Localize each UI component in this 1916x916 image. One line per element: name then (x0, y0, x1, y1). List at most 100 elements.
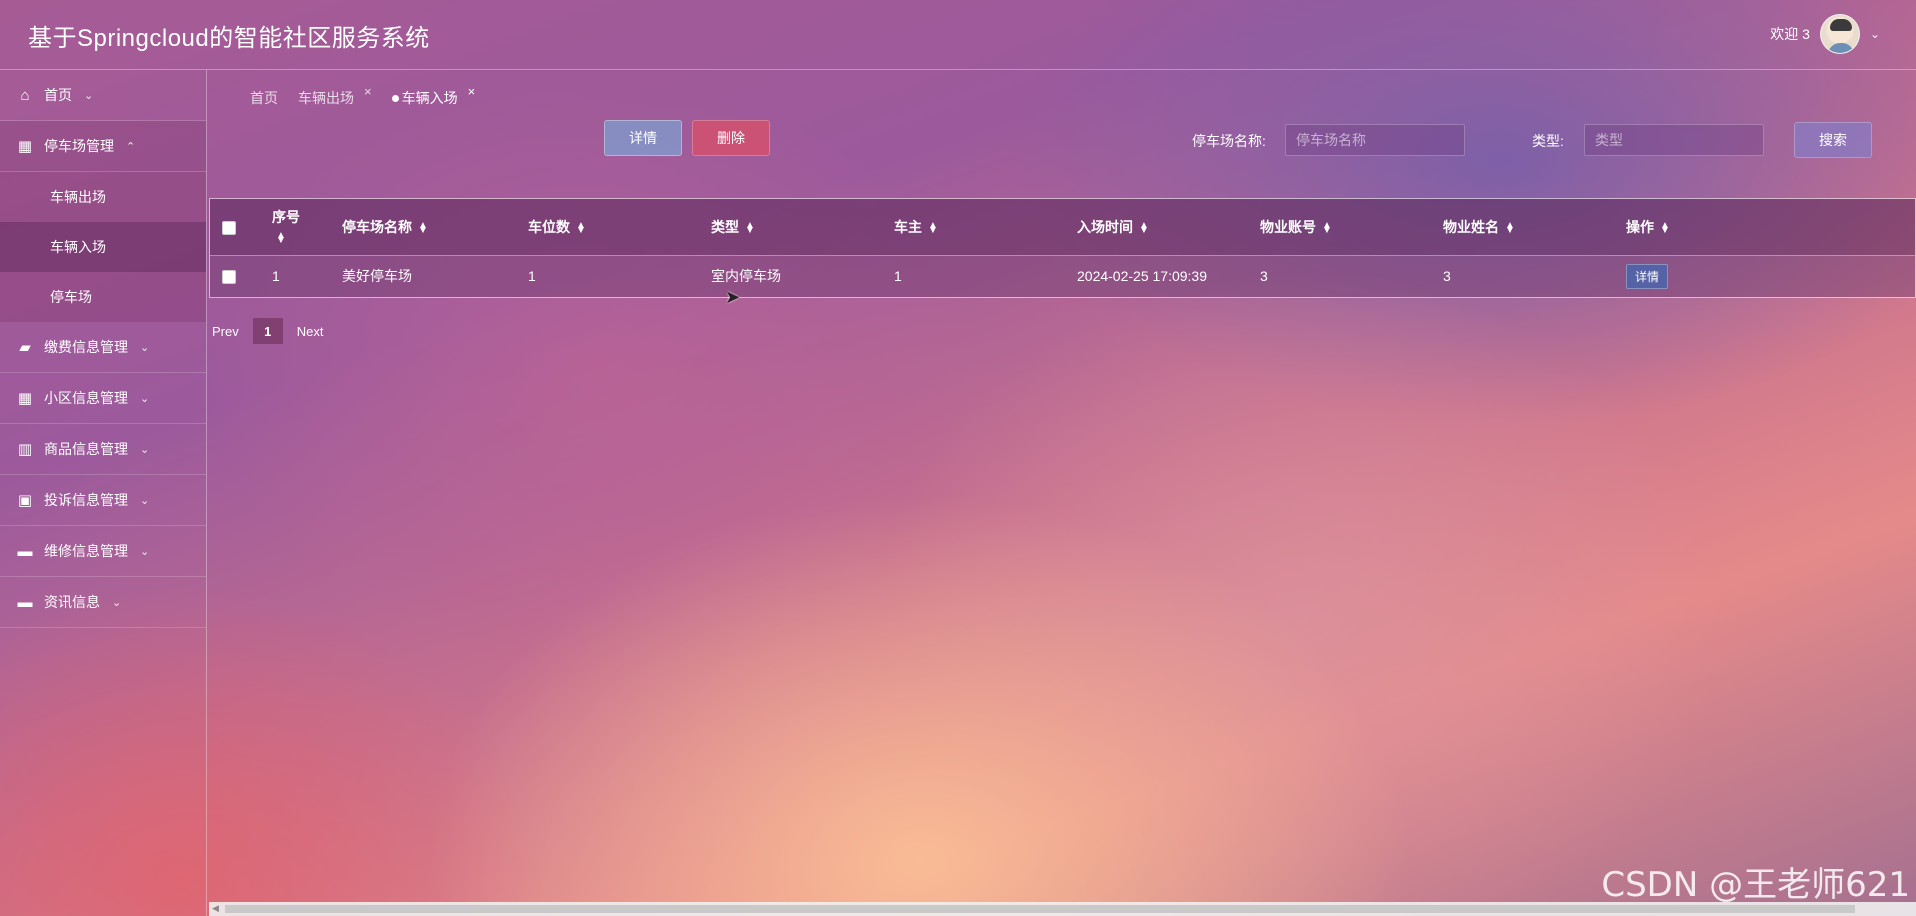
tab-label: 首页 (250, 90, 278, 106)
table-cell: 1 (894, 268, 902, 285)
row-select-cell (210, 255, 260, 297)
user-menu[interactable]: 欢迎 3 ⌄ (1770, 14, 1880, 54)
data-table: 序号 ▲ ▼ 停车场名称 ▲ ▼ 车位数 ▲ ▼ 类型 ▲ ▼ 车主 ▲ ▼ 入场时间 ▲ ▼ 物业账… (209, 198, 1916, 298)
close-icon[interactable]: × (468, 84, 476, 99)
tab-bar: 首页 车辆出场 × 车辆入场 × (250, 84, 475, 108)
tab-home[interactable]: 首页 (250, 88, 278, 108)
scrollbar-thumb[interactable] (225, 905, 1855, 913)
type-label: 类型: (1532, 133, 1564, 149)
panel-icon: ▬ (17, 593, 33, 611)
sort-icon[interactable]: ▲ ▼ (1505, 221, 1515, 236)
panel-icon: ▬ (17, 542, 33, 560)
home-icon: ⌂ (20, 86, 30, 104)
detail-button[interactable]: 详情 (604, 120, 682, 156)
select-all-checkbox[interactable] (222, 220, 236, 235)
type-input[interactable] (1584, 124, 1764, 156)
sidebar-subitem-parking-lot[interactable]: 停车场 (0, 272, 206, 322)
chevron-down-icon: ⌄ (140, 494, 150, 507)
column-header[interactable]: 类型 ▲ ▼ (699, 199, 882, 255)
close-icon[interactable]: × (364, 84, 372, 99)
page-number[interactable]: 1 (252, 318, 283, 344)
watermark: CSDN @王老师621 (1601, 865, 1910, 905)
sidebar-item-payment[interactable]: ▰ 缴费信息管理 ⌄ (0, 322, 206, 373)
sidebar-item-label: 缴费信息管理 (44, 339, 128, 355)
sidebar-item-repair[interactable]: ▬ 维修信息管理 ⌄ (0, 526, 206, 577)
table-cell: 3 (1443, 268, 1451, 285)
prev-page-link[interactable]: Prev (212, 324, 239, 339)
sidebar-item-label: 商品信息管理 (44, 441, 128, 457)
columns-icon: ▥ (17, 441, 33, 458)
chevron-down-icon: ⌄ (140, 341, 150, 354)
column-header[interactable]: 车位数 ▲ ▼ (516, 199, 699, 255)
dashboard-icon: ▦ (17, 138, 33, 155)
column-header[interactable]: 车主 ▲ ▼ (882, 199, 1065, 255)
scroll-left-icon[interactable]: ◀ (212, 903, 219, 914)
sidebar-subitem-label: 车辆出场 (50, 189, 106, 205)
column-header[interactable]: 物业账号 ▲ ▼ (1248, 199, 1431, 255)
chevron-down-icon: ⌄ (112, 596, 122, 609)
welcome-text: 欢迎 3 (1770, 26, 1810, 42)
table-cell: 1 (528, 268, 536, 285)
next-page-link[interactable]: Next (297, 324, 324, 339)
tab-vehicle-exit[interactable]: 车辆出场 × (298, 84, 372, 108)
sidebar-subitem-label: 停车场 (50, 289, 92, 305)
chevron-down-icon: ⌄ (140, 392, 150, 405)
chevron-down-icon: ⌄ (140, 545, 150, 558)
image-icon: ▣ (17, 492, 33, 509)
chevron-down-icon[interactable]: ⌄ (1870, 27, 1880, 41)
table-header-row: 序号 ▲ ▼ 停车场名称 ▲ ▼ 车位数 ▲ ▼ 类型 ▲ ▼ 车主 ▲ ▼ 入场时间 ▲ ▼ 物业账… (210, 199, 1915, 255)
folder-icon: ▰ (19, 339, 31, 356)
column-header[interactable]: 序号 ▲ ▼ (260, 199, 330, 255)
sidebar-item-label: 投诉信息管理 (44, 492, 128, 508)
app-header: 基于Springcloud的智能社区服务系统 欢迎 3 ⌄ (0, 0, 1916, 70)
sidebar-item-community[interactable]: ▦ 小区信息管理 ⌄ (0, 373, 206, 424)
sort-icon[interactable]: ▲ ▼ (576, 221, 586, 236)
sort-icon[interactable]: ▲ ▼ (276, 231, 286, 246)
chevron-up-icon: ⌃ (126, 140, 136, 153)
sidebar-item-news[interactable]: ▬ 资讯信息 ⌄ (0, 577, 206, 628)
sort-icon[interactable]: ▲ ▼ (1139, 221, 1149, 236)
sidebar-item-goods[interactable]: ▥ 商品信息管理 ⌄ (0, 424, 206, 475)
sort-icon[interactable]: ▲ ▼ (745, 221, 755, 236)
tab-label: 车辆入场 (401, 90, 458, 106)
column-header[interactable]: 停车场名称 ▲ ▼ (330, 199, 516, 255)
delete-button[interactable]: 删除 (692, 120, 770, 156)
row-detail-button[interactable]: 详情 (1626, 263, 1669, 289)
sort-icon[interactable]: ▲ ▼ (1322, 221, 1332, 236)
sort-icon[interactable]: ▲ ▼ (1660, 221, 1670, 236)
chevron-down-icon: ⌄ (140, 443, 150, 456)
sidebar-item-complaint[interactable]: ▣ 投诉信息管理 ⌄ (0, 475, 206, 526)
table-cell: 1 (272, 268, 280, 285)
tab-vehicle-entry[interactable]: 车辆入场 × (391, 84, 475, 108)
parking-name-input[interactable] (1285, 124, 1465, 156)
search-button[interactable]: 搜索 (1794, 122, 1872, 158)
sidebar-item-label: 小区信息管理 (44, 390, 128, 406)
sidebar-item-parking[interactable]: ▦ 停车场管理 ⌃ (0, 121, 206, 172)
row-checkbox[interactable] (222, 270, 236, 285)
column-header[interactable]: 入场时间 ▲ ▼ (1065, 199, 1248, 255)
sidebar: ⌂ 首页 ⌄ ▦ 停车场管理 ⌃ 车辆出场 车辆入场 停车场 ▰ 缴费信息管理 … (0, 70, 207, 916)
sort-icon[interactable]: ▲ ▼ (418, 221, 428, 236)
sidebar-item-home[interactable]: ⌂ 首页 ⌄ (0, 70, 206, 121)
sort-icon[interactable]: ▲ ▼ (928, 221, 938, 236)
app-title: 基于Springcloud的智能社区服务系统 (28, 25, 430, 52)
action-cell: 详情 (1614, 255, 1915, 297)
column-header[interactable]: 操作 ▲ ▼ (1614, 199, 1915, 255)
table-cell: 2024-02-25 17:09:39 (1077, 268, 1207, 285)
sidebar-item-label: 首页 (44, 87, 72, 103)
sidebar-item-label: 维修信息管理 (44, 543, 128, 559)
table-row[interactable]: 1 美好停车场 1 室内停车场 1 2024-02-25 17:09:39 3 … (210, 255, 1915, 297)
avatar[interactable] (1819, 14, 1860, 54)
pagination: Prev 1 Next (212, 318, 323, 344)
sidebar-subitem-vehicle-entry[interactable]: 车辆入场 (0, 222, 206, 272)
grid-icon: ▦ (17, 390, 33, 407)
active-dot-icon (391, 95, 399, 102)
sidebar-item-label: 资讯信息 (44, 594, 100, 610)
sidebar-subitem-vehicle-exit[interactable]: 车辆出场 (0, 172, 206, 222)
tab-label: 车辆出场 (298, 90, 354, 106)
select-all-cell (210, 199, 260, 255)
sidebar-subitem-label: 车辆入场 (50, 239, 106, 255)
table-cell: 美好停车场 (342, 268, 412, 285)
column-header[interactable]: 物业姓名 ▲ ▼ (1431, 199, 1614, 255)
mouse-cursor-icon: ➤ (725, 287, 741, 307)
